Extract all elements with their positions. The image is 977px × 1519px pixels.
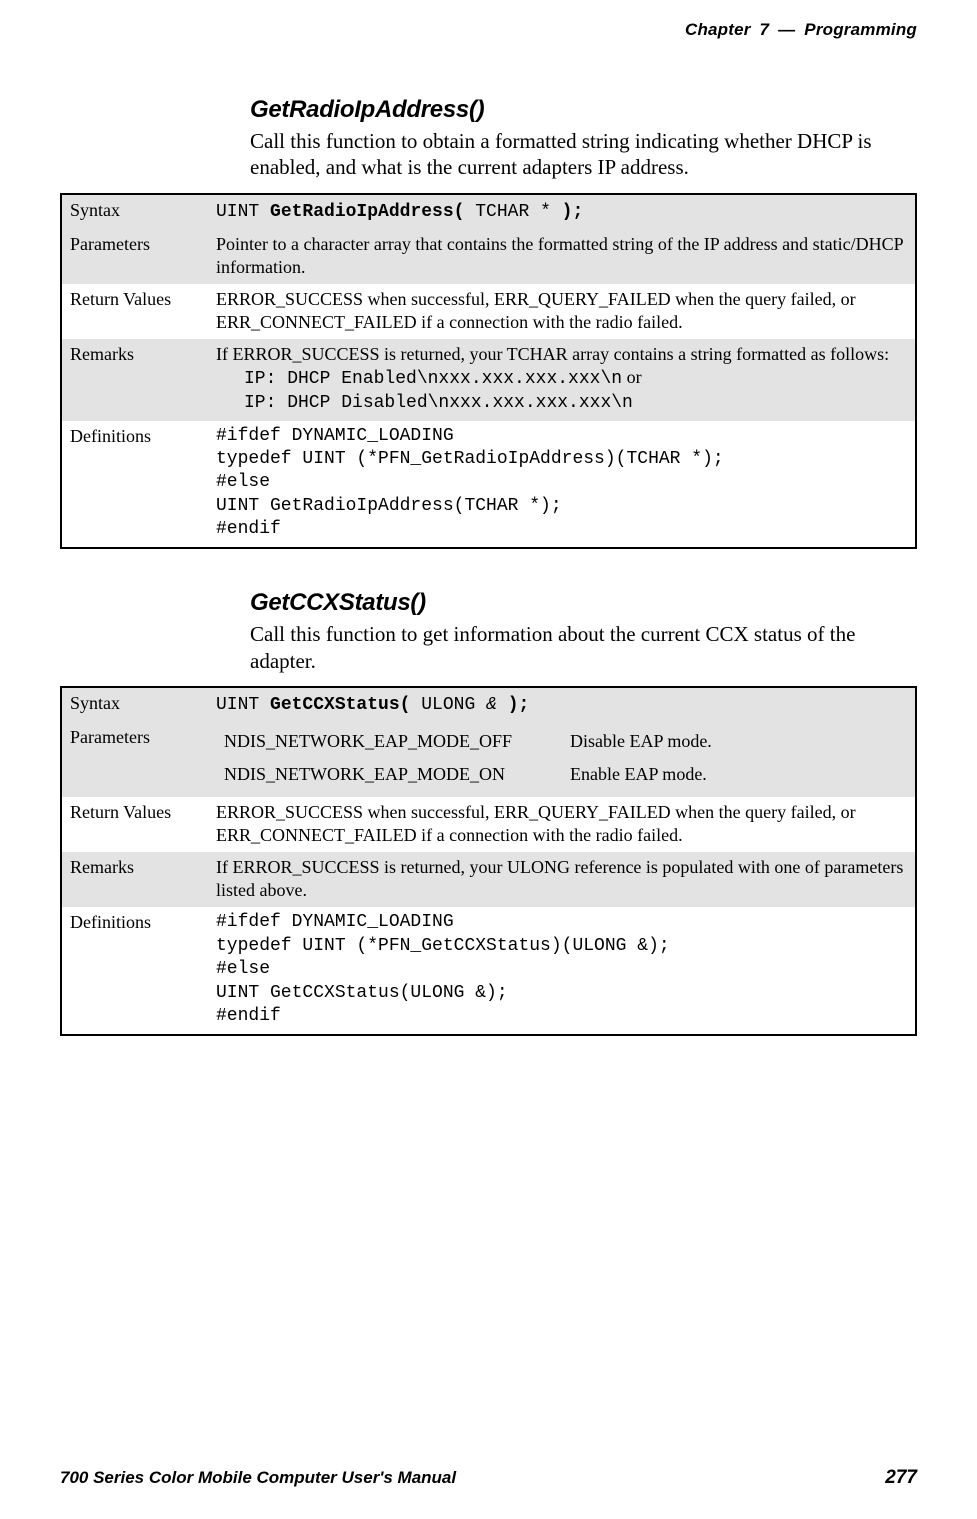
row-value-return: ERROR_SUCCESS when successful, ERR_QUERY… xyxy=(208,797,916,852)
manual-title: 700 Series Color Mobile Computer User's … xyxy=(60,1468,456,1488)
row-label-return: Return Values xyxy=(61,284,208,339)
row-value-remarks: If ERROR_SUCCESS is returned, your TCHAR… xyxy=(208,339,916,421)
row-label-definitions: Definitions xyxy=(61,421,208,549)
chapter-number: 7 xyxy=(756,20,774,39)
row-label-syntax: Syntax xyxy=(61,194,208,230)
row-label-parameters: Parameters xyxy=(61,229,208,284)
table-row: Syntax UINT GetCCXStatus( ULONG & ); xyxy=(61,687,916,723)
table-row: Parameters NDIS_NETWORK_EAP_MODE_OFF Dis… xyxy=(61,722,916,797)
remarks-intro: If ERROR_SUCCESS is returned, your TCHAR… xyxy=(216,344,889,364)
remarks-code-line2: IP: DHCP Disabled\nxxx.xxx.xxx.xxx\n xyxy=(244,393,633,413)
section-getccxstatus: GetCCXStatus() Call this function to get… xyxy=(250,589,917,674)
syntax-close: ); xyxy=(508,695,530,715)
row-label-return: Return Values xyxy=(61,797,208,852)
section-description: Call this function to obtain a formatted… xyxy=(250,128,917,181)
api-table-getradioipaddress: Syntax UINT GetRadioIpAddress( TCHAR * )… xyxy=(60,193,917,550)
syntax-func: GetCCXStatus( xyxy=(270,695,410,715)
syntax-func: GetRadioIpAddress( xyxy=(270,202,464,222)
syntax-args-italic: & xyxy=(486,695,497,715)
table-row: Definitions #ifdef DYNAMIC_LOADING typed… xyxy=(61,421,916,549)
table-row: NDIS_NETWORK_EAP_MODE_ON Enable EAP mode… xyxy=(216,759,907,792)
row-label-parameters: Parameters xyxy=(61,722,208,797)
section-getradioipaddress: GetRadioIpAddress() Call this function t… xyxy=(250,96,917,181)
header-dash: — xyxy=(778,20,795,39)
table-row: NDIS_NETWORK_EAP_MODE_OFF Disable EAP mo… xyxy=(216,726,907,759)
table-row: Definitions #ifdef DYNAMIC_LOADING typed… xyxy=(61,907,916,1035)
row-value-remarks: If ERROR_SUCCESS is returned, your ULONG… xyxy=(208,852,916,907)
definitions-code: #ifdef DYNAMIC_LOADING typedef UINT (*PF… xyxy=(216,911,907,1028)
table-row: Syntax UINT GetRadioIpAddress( TCHAR * )… xyxy=(61,194,916,230)
syntax-args: TCHAR * xyxy=(464,202,561,222)
param-name: NDIS_NETWORK_EAP_MODE_ON xyxy=(216,759,562,792)
parameters-inner-table: NDIS_NETWORK_EAP_MODE_OFF Disable EAP mo… xyxy=(216,726,907,791)
syntax-prefix: UINT xyxy=(216,202,270,222)
param-name: NDIS_NETWORK_EAP_MODE_OFF xyxy=(216,726,562,759)
row-label-remarks: Remarks xyxy=(61,852,208,907)
table-row: Remarks If ERROR_SUCCESS is returned, yo… xyxy=(61,339,916,421)
syntax-prefix: UINT xyxy=(216,695,270,715)
row-value-syntax: UINT GetRadioIpAddress( TCHAR * ); xyxy=(208,194,916,230)
row-value-syntax: UINT GetCCXStatus( ULONG & ); xyxy=(208,687,916,723)
table-row: Parameters Pointer to a character array … xyxy=(61,229,916,284)
chapter-title: Programming xyxy=(800,20,917,39)
page: Chapter 7 — Programming GetRadioIpAddres… xyxy=(0,0,977,1519)
remarks-or: or xyxy=(622,367,642,387)
running-header: Chapter 7 — Programming xyxy=(60,20,917,40)
row-value-parameters: Pointer to a character array that contai… xyxy=(208,229,916,284)
syntax-args1: ULONG xyxy=(410,695,486,715)
row-value-return: ERROR_SUCCESS when successful, ERR_QUERY… xyxy=(208,284,916,339)
row-label-definitions: Definitions xyxy=(61,907,208,1035)
section-heading: GetCCXStatus() xyxy=(250,589,917,617)
syntax-close: ); xyxy=(562,202,584,222)
syntax-args2 xyxy=(497,695,508,715)
section-description: Call this function to get information ab… xyxy=(250,621,917,674)
remarks-code-line1: IP: DHCP Enabled\nxxx.xxx.xxx.xxx\n xyxy=(244,369,622,389)
api-table-getccxstatus: Syntax UINT GetCCXStatus( ULONG & ); Par… xyxy=(60,686,917,1036)
table-row: Return Values ERROR_SUCCESS when success… xyxy=(61,284,916,339)
param-desc: Disable EAP mode. xyxy=(562,726,907,759)
page-number: 277 xyxy=(885,1467,917,1489)
row-label-syntax: Syntax xyxy=(61,687,208,723)
definitions-code: #ifdef DYNAMIC_LOADING typedef UINT (*PF… xyxy=(216,425,907,542)
remarks-code-block: IP: DHCP Enabled\nxxx.xxx.xxx.xxx\n or I… xyxy=(216,366,907,415)
table-row: Remarks If ERROR_SUCCESS is returned, yo… xyxy=(61,852,916,907)
row-value-definitions: #ifdef DYNAMIC_LOADING typedef UINT (*PF… xyxy=(208,421,916,549)
table-row: Return Values ERROR_SUCCESS when success… xyxy=(61,797,916,852)
row-label-remarks: Remarks xyxy=(61,339,208,421)
page-footer: 700 Series Color Mobile Computer User's … xyxy=(60,1467,917,1489)
section-heading: GetRadioIpAddress() xyxy=(250,96,917,124)
param-desc: Enable EAP mode. xyxy=(562,759,907,792)
chapter-label: Chapter xyxy=(685,20,751,39)
row-value-definitions: #ifdef DYNAMIC_LOADING typedef UINT (*PF… xyxy=(208,907,916,1035)
row-value-parameters: NDIS_NETWORK_EAP_MODE_OFF Disable EAP mo… xyxy=(208,722,916,797)
